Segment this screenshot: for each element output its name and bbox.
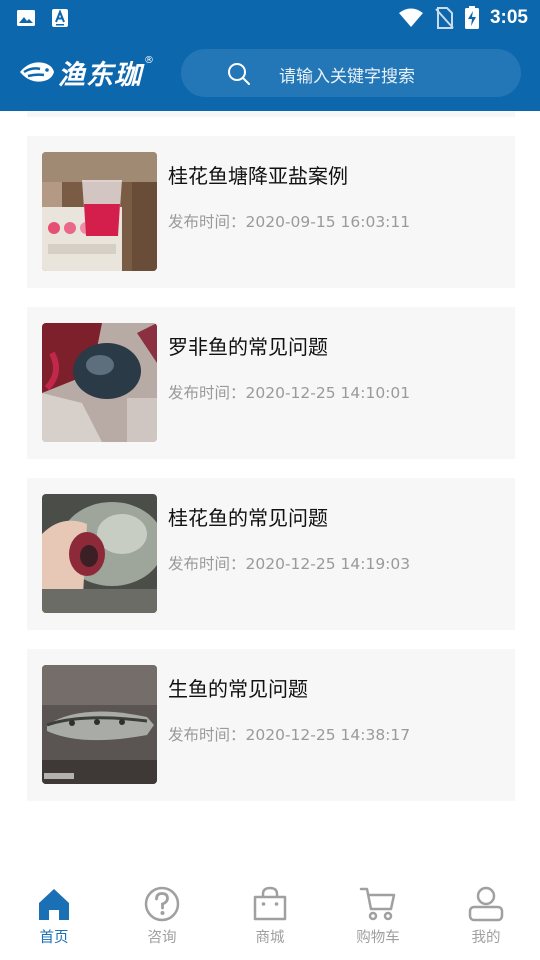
- list-item[interactable]: 生鱼的常见问题 发布时间：2020-12-25 14:38:17: [27, 649, 515, 801]
- logo-text: 渔东珈: [58, 59, 142, 91]
- cart-icon: [359, 887, 396, 921]
- article-publish-time: 发布时间：2020-12-25 14:38:17: [168, 726, 411, 744]
- app-notification-icon: [52, 9, 68, 27]
- list-item-partial[interactable]: [27, 111, 515, 117]
- wifi-icon: [398, 8, 423, 27]
- list-item[interactable]: 桂花鱼的常见问题 发布时间：2020-12-25 14:19:03: [27, 478, 515, 630]
- article-title: 桂花鱼的常见问题: [168, 506, 328, 530]
- nav-label-consult: 咨询: [147, 930, 177, 946]
- app-logo[interactable]: 渔东珈 ®: [18, 52, 154, 92]
- clock: 3:05: [489, 7, 528, 28]
- nav-tab-home[interactable]: 首页: [14, 885, 94, 951]
- article-thumbnail: [42, 494, 157, 613]
- nav-label-home: 首页: [39, 930, 69, 946]
- bottom-navigation: 首页 咨询 商城 购物车 我的: [0, 875, 540, 960]
- search-input[interactable]: 请输入关键字搜索: [279, 62, 415, 87]
- person-icon: [468, 886, 504, 922]
- battery-charging-icon: [464, 6, 479, 29]
- article-thumbnail: [42, 323, 157, 442]
- article-title: 生鱼的常见问题: [168, 677, 308, 701]
- no-sim-icon: [435, 7, 454, 29]
- nav-tab-mall[interactable]: 商城: [230, 885, 310, 951]
- list-item[interactable]: 罗非鱼的常见问题 发布时间：2020-12-25 14:10:01: [27, 307, 515, 459]
- nav-label-mall: 商城: [255, 930, 285, 946]
- status-bar: 3:05: [0, 0, 540, 36]
- article-title: 罗非鱼的常见问题: [168, 335, 328, 359]
- article-title: 桂花鱼塘降亚盐案例: [168, 164, 348, 188]
- nav-label-cart: 购物车: [356, 930, 400, 946]
- gallery-icon: [17, 10, 35, 26]
- article-publish-time: 发布时间：2020-12-25 14:10:01: [168, 384, 411, 402]
- registered-mark: ®: [144, 54, 154, 66]
- nav-label-mine: 我的: [471, 930, 501, 946]
- top-bar: 3:05 渔东珈 ® 请输入关键字搜索: [0, 0, 540, 111]
- article-publish-time: 发布时间：2020-12-25 14:19:03: [168, 555, 411, 573]
- article-thumbnail: [42, 152, 157, 271]
- home-icon: [39, 889, 69, 920]
- nav-tab-mine[interactable]: 我的: [446, 885, 526, 951]
- search-icon: [228, 63, 250, 85]
- list-item[interactable]: 桂花鱼塘降亚盐案例 发布时间：2020-09-15 16:03:11: [27, 136, 515, 288]
- nav-tab-consult[interactable]: 咨询: [122, 885, 202, 951]
- bag-icon: [253, 886, 287, 921]
- article-thumbnail: [42, 665, 157, 784]
- help-icon: [144, 886, 180, 922]
- search-bar[interactable]: 请输入关键字搜索: [181, 49, 521, 97]
- article-publish-time: 发布时间：2020-09-15 16:03:11: [168, 213, 411, 231]
- fish-logo-icon: [20, 62, 54, 82]
- nav-tab-cart[interactable]: 购物车: [338, 885, 418, 951]
